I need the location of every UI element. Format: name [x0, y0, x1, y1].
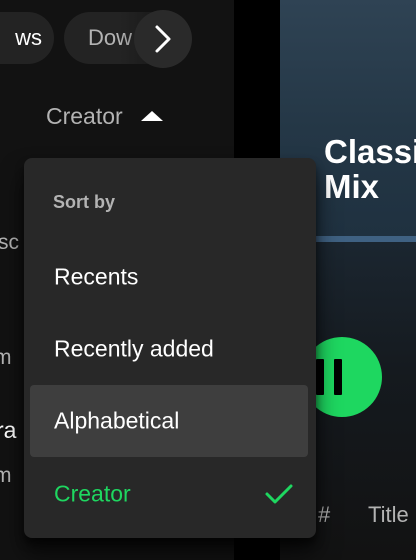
sort-option-alphabetical[interactable]: Alphabetical — [30, 385, 308, 457]
playlist-title-line: Classi Mix — [324, 133, 416, 205]
app-window: ws Dow Creator sc m ra m Classi Mix — [0, 0, 416, 560]
sort-option-recently-added[interactable]: Recently added — [30, 313, 308, 385]
library-item-subtitle: m — [0, 346, 12, 369]
filter-chip-shows[interactable]: ws — [0, 12, 54, 64]
sort-option-label: Creator — [54, 480, 131, 507]
sort-menu: Sort by Recents Recently added Alphabeti… — [24, 158, 316, 538]
sort-option-label: Recents — [54, 263, 139, 290]
pause-icon — [316, 359, 324, 395]
sort-toggle-button[interactable]: Creator — [46, 96, 163, 136]
column-header-title[interactable]: Title — [368, 502, 409, 528]
checkmark-icon — [264, 482, 294, 506]
sort-toggle-label: Creator — [46, 102, 123, 129]
library-item-subtitle: sc — [0, 231, 19, 254]
sort-option-label: Alphabetical — [54, 407, 180, 434]
chevron-right-icon — [155, 25, 171, 53]
sort-option-creator[interactable]: Creator — [30, 458, 308, 530]
scroll-chips-right-button[interactable] — [134, 10, 192, 68]
library-item-title[interactable]: ra — [0, 417, 16, 444]
column-header-number[interactable]: # — [318, 502, 330, 528]
caret-up-icon — [140, 111, 163, 121]
library-item-subtitle: m — [0, 464, 12, 487]
filter-chip-label: ws — [15, 25, 42, 50]
sort-option-label: Recently added — [54, 335, 214, 362]
sort-option-recents[interactable]: Recents — [30, 241, 308, 313]
playlist-title: Classi Mix — [324, 134, 416, 204]
sort-menu-heading: Sort by — [53, 192, 116, 212]
pause-icon — [334, 359, 342, 395]
